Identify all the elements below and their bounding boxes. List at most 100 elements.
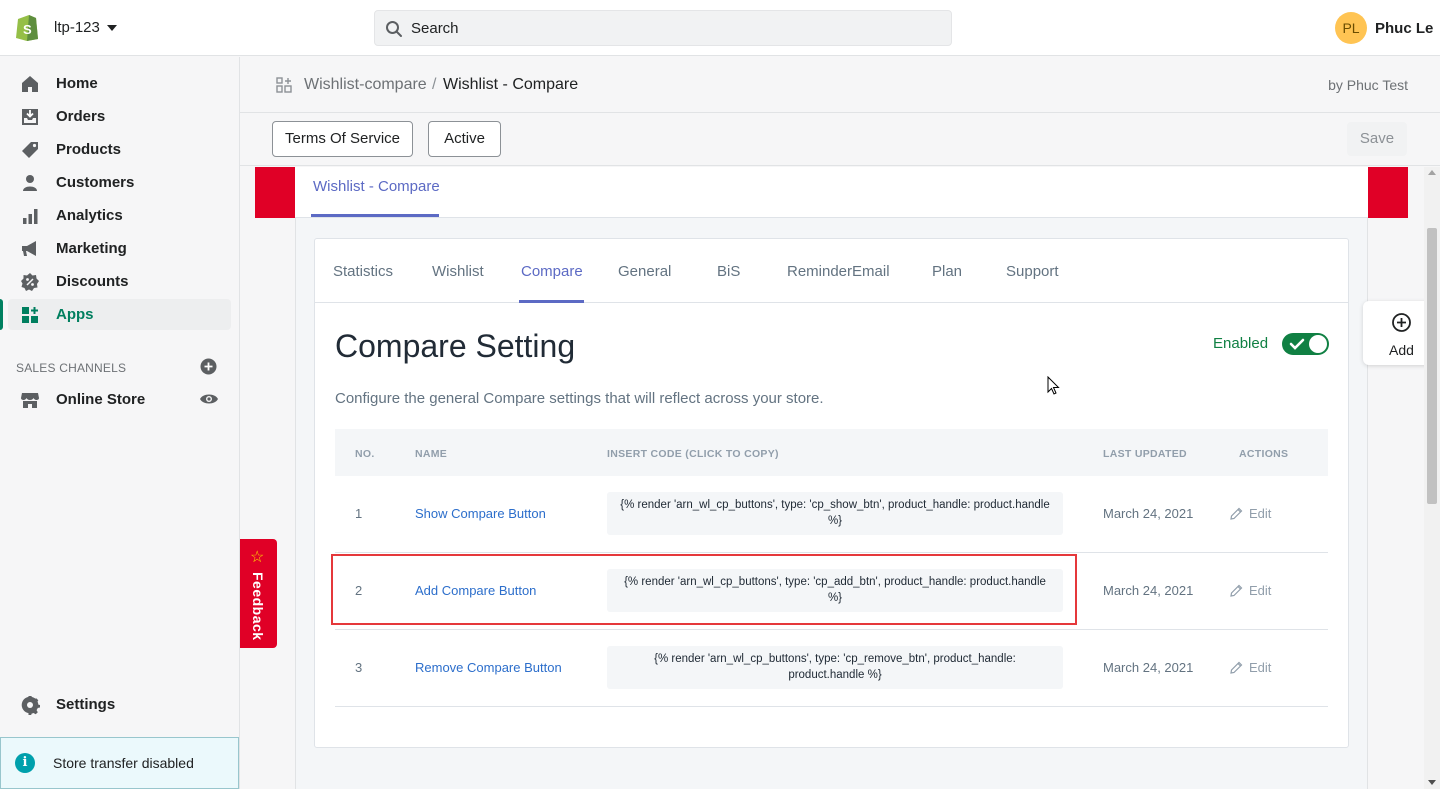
- tab-compare[interactable]: Compare: [521, 263, 583, 280]
- bar-chart-icon: [23, 209, 38, 224]
- tab-statistics[interactable]: Statistics: [333, 263, 393, 280]
- tab-bis[interactable]: BiS: [717, 263, 740, 280]
- sidebar-item-orders[interactable]: Orders: [8, 101, 231, 132]
- tab-support[interactable]: Support: [1006, 263, 1059, 280]
- sidebar-item-home[interactable]: Home: [8, 68, 231, 99]
- highlight-annotation: [331, 554, 1077, 625]
- top-bar: S ltp-123 Search PL Phuc Le: [0, 0, 1440, 56]
- pencil-icon: [1230, 584, 1243, 597]
- app-header: Wishlist-compare / Wishlist - Compare by…: [240, 57, 1440, 113]
- store-name[interactable]: ltp-123: [54, 19, 100, 36]
- edit-button[interactable]: Edit: [1230, 583, 1272, 598]
- feedback-label: Feedback: [250, 572, 266, 641]
- tab-reminderemail[interactable]: ReminderEmail: [787, 263, 890, 280]
- column-header: INSERT CODE (CLICK TO COPY): [607, 448, 779, 460]
- star-icon: ☆: [250, 549, 265, 566]
- insert-code[interactable]: {% render 'arn_wl_cp_buttons', type: 'cp…: [607, 492, 1063, 535]
- save-button[interactable]: Save: [1347, 122, 1407, 156]
- discount-icon: [21, 273, 39, 291]
- sidebar-item-discounts[interactable]: Discounts: [8, 266, 231, 297]
- search-input[interactable]: Search: [411, 20, 459, 37]
- apps-icon: [22, 307, 38, 323]
- add-circle-icon[interactable]: [200, 358, 217, 375]
- active-tab-indicator: [519, 300, 584, 303]
- mouse-cursor-icon: [1047, 376, 1060, 395]
- edit-label: Edit: [1249, 583, 1272, 598]
- toggle-knob: [1309, 335, 1327, 353]
- sidebar-item-label: Orders: [56, 108, 106, 125]
- sidebar-item-marketing[interactable]: Marketing: [8, 233, 231, 264]
- settings-tabs: Statistics Wishlist Compare General BiS …: [315, 239, 1348, 303]
- breadcrumb-separator: /: [432, 76, 437, 93]
- tab-wishlist-compare[interactable]: Wishlist - Compare: [313, 178, 440, 195]
- table-row: 3 Remove Compare Button {% render 'arn_w…: [335, 630, 1328, 707]
- sidebar-item-customers[interactable]: Customers: [8, 167, 231, 198]
- sidebar-item-label: Customers: [56, 174, 135, 191]
- row-number: 1: [355, 506, 363, 521]
- eye-icon[interactable]: [199, 391, 219, 407]
- sidebar-item-label: Discounts: [56, 273, 129, 290]
- store-transfer-label: Store transfer disabled: [53, 755, 194, 771]
- table-header: NO. NAME INSERT CODE (CLICK TO COPY) LAS…: [335, 429, 1328, 476]
- store-icon: [21, 393, 39, 408]
- gear-icon: [21, 696, 40, 715]
- avatar[interactable]: PL: [1335, 12, 1367, 44]
- last-updated: March 24, 2021: [1103, 660, 1194, 675]
- enabled-label: Enabled: [1213, 335, 1269, 352]
- section-description: Configure the general Compare settings t…: [335, 390, 824, 407]
- scrollbar-thumb[interactable]: [1427, 228, 1437, 504]
- sales-channels-title: SALES CHANNELS: [16, 361, 127, 375]
- action-bar: Terms Of Service Active Save: [240, 113, 1440, 166]
- add-circle-icon: [1392, 313, 1411, 332]
- active-button[interactable]: Active: [428, 121, 501, 157]
- edit-button[interactable]: Edit: [1230, 660, 1271, 675]
- sidebar-item-apps[interactable]: Apps: [0, 299, 231, 330]
- person-icon: [23, 175, 37, 191]
- sidebar-item-label: Products: [56, 141, 122, 158]
- active-tab-indicator: [311, 214, 439, 217]
- sidebar-item-label: Apps: [56, 306, 94, 323]
- search-bar[interactable]: Search: [374, 10, 952, 46]
- breadcrumb-app[interactable]: Wishlist-compare: [304, 76, 427, 94]
- check-icon: [1289, 338, 1305, 350]
- scroll-up-arrow-icon[interactable]: [1428, 170, 1436, 175]
- app-top-tabs: Wishlist - Compare: [295, 167, 1368, 218]
- feedback-tab[interactable]: ☆ Feedback: [240, 539, 277, 648]
- enabled-toggle[interactable]: [1282, 333, 1329, 355]
- user-name[interactable]: Phuc Le: [1375, 20, 1433, 37]
- caret-down-icon[interactable]: [107, 25, 117, 31]
- app-grid-icon: [276, 77, 292, 93]
- column-header: LAST UPDATED: [1103, 448, 1187, 460]
- tab-plan[interactable]: Plan: [932, 263, 962, 280]
- row-name-link[interactable]: Show Compare Button: [415, 506, 546, 521]
- home-icon: [22, 76, 38, 92]
- tab-wishlist[interactable]: Wishlist: [432, 263, 484, 280]
- column-header: NAME: [415, 448, 448, 460]
- sidebar: Home Orders Products Customers Analytics…: [0, 57, 240, 789]
- table-row: 1 Show Compare Button {% render 'arn_wl_…: [335, 476, 1328, 553]
- app-developer: by Phuc Test: [1328, 77, 1408, 93]
- insert-code[interactable]: {% render 'arn_wl_cp_buttons', type: 'cp…: [607, 646, 1063, 689]
- sidebar-item-settings[interactable]: Settings: [8, 689, 231, 720]
- tab-general[interactable]: General: [618, 263, 671, 280]
- sidebar-item-label: Home: [56, 75, 98, 92]
- shopify-logo-icon[interactable]: S: [14, 12, 40, 42]
- orders-icon: [22, 109, 38, 125]
- sidebar-item-label: Online Store: [56, 391, 146, 408]
- terms-of-service-button[interactable]: Terms Of Service: [272, 121, 413, 157]
- row-name-link[interactable]: Remove Compare Button: [415, 660, 562, 675]
- tag-icon: [22, 142, 38, 158]
- pencil-icon: [1230, 507, 1243, 520]
- sidebar-item-label: Analytics: [56, 207, 123, 224]
- sidebar-item-analytics[interactable]: Analytics: [8, 200, 231, 231]
- edit-button[interactable]: Edit: [1230, 506, 1271, 521]
- svg-text:S: S: [23, 22, 32, 37]
- store-transfer-banner[interactable]: i Store transfer disabled: [0, 737, 239, 789]
- sidebar-item-products[interactable]: Products: [8, 134, 231, 165]
- brand-bar-left: [255, 167, 295, 218]
- column-header: NO.: [355, 448, 375, 460]
- sidebar-item-online-store[interactable]: Online Store: [8, 384, 231, 415]
- sidebar-item-label: Settings: [56, 696, 116, 713]
- scrollbar[interactable]: [1424, 167, 1440, 789]
- scroll-down-arrow-icon[interactable]: [1428, 780, 1436, 785]
